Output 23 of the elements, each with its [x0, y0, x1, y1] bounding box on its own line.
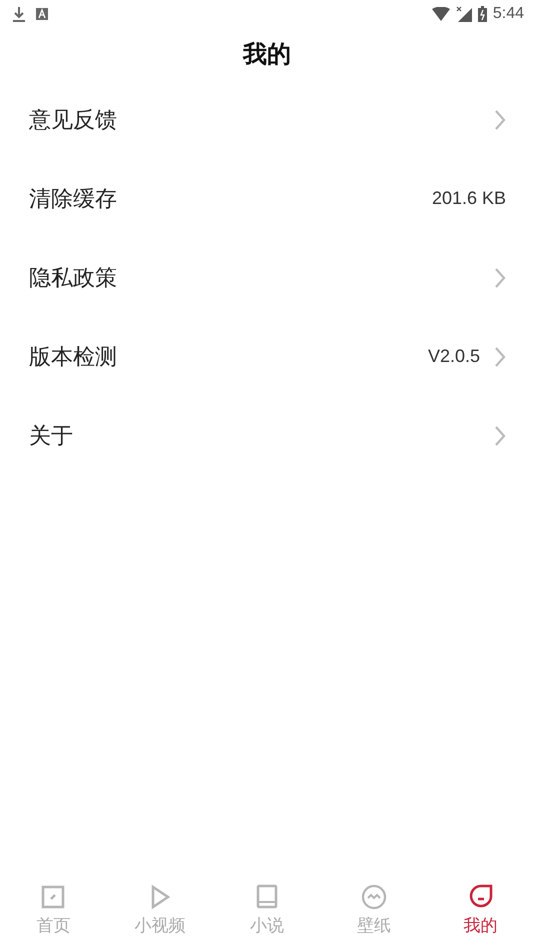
signal-icon: [456, 6, 472, 22]
menu-value: 201.6 KB: [432, 188, 506, 209]
menu-row[interactable]: 清除缓存 201.6 KB: [0, 159, 534, 238]
font-icon: [36, 8, 48, 20]
menu-row[interactable]: 隐私政策: [0, 238, 534, 317]
wifi-icon: [432, 7, 450, 21]
menu-label: 版本检测: [29, 342, 118, 370]
menu-row[interactable]: 意见反馈: [0, 80, 534, 159]
download-icon: [12, 6, 26, 22]
menu-value: V2.0.5: [428, 346, 480, 367]
battery-icon: [478, 6, 487, 22]
nav-tab[interactable]: 我的: [427, 870, 534, 950]
page-title: 我的: [242, 40, 292, 70]
drop-face-icon: [468, 884, 494, 910]
menu-label: 关于: [29, 422, 74, 450]
menu-label: 隐私政策: [29, 264, 118, 292]
menu-label: 意见反馈: [29, 106, 118, 134]
status-time: 5:44: [492, 5, 524, 23]
menu-row[interactable]: 关于: [0, 396, 534, 475]
wave-circle-icon: [360, 884, 387, 910]
square-icon: [40, 884, 66, 910]
menu-row[interactable]: 版本检测 V2.0.5: [0, 317, 534, 396]
menu-label: 清除缓存: [29, 184, 118, 212]
